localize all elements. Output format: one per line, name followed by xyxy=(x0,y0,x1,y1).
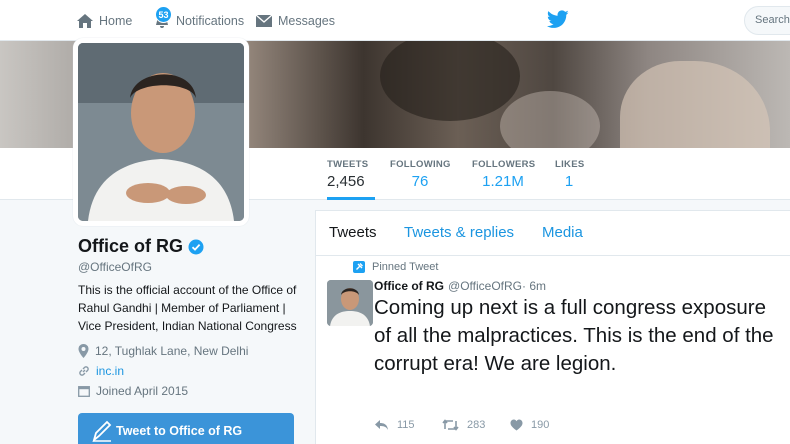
home-icon xyxy=(77,13,93,28)
stat-tweets-label: TWEETS xyxy=(327,159,369,170)
search-input[interactable]: Search xyxy=(744,6,790,35)
retweet-icon xyxy=(442,419,459,431)
compose-quill-icon xyxy=(92,420,112,442)
tweet-actions: 115 283 190 xyxy=(374,419,570,431)
stat-tweets-value: 2,456 xyxy=(327,173,365,190)
profile-name[interactable]: Office of RG xyxy=(78,236,204,257)
verified-badge-icon xyxy=(188,239,204,254)
tab-media[interactable]: Media xyxy=(542,224,583,241)
nav-messages[interactable]: Messages xyxy=(255,0,335,41)
nav-messages-label: Messages xyxy=(278,13,335,28)
profile-joined: Joined April 2015 xyxy=(78,384,188,398)
like-count: 190 xyxy=(531,419,550,431)
nav-notifications-label: Notifications xyxy=(176,13,245,28)
stat-followers-value: 1.21M xyxy=(482,173,524,190)
tweet-avatar-image xyxy=(327,280,373,326)
stat-following-value: 76 xyxy=(411,173,429,190)
stat-tweets[interactable]: TWEETS 2,456 xyxy=(327,148,375,200)
pin-icon xyxy=(353,261,365,273)
banner-shape-hand xyxy=(620,61,770,148)
profile-location: 12, Tughlak Lane, New Delhi xyxy=(78,344,248,358)
location-pin-icon xyxy=(78,344,89,358)
stat-followers[interactable]: FOLLOWERS 1.21M xyxy=(472,148,536,200)
like-button[interactable]: 190 xyxy=(510,419,570,431)
tab-tweets[interactable]: Tweets xyxy=(329,224,377,241)
stat-likes-label: LIKES xyxy=(555,159,585,170)
retweet-count: 283 xyxy=(467,419,486,431)
stat-following-label: FOLLOWING xyxy=(390,159,451,170)
tweet-text: Coming up next is a full congress exposu… xyxy=(374,296,774,375)
notifications-count-badge: 53 xyxy=(155,6,172,23)
profile-avatar[interactable] xyxy=(73,38,249,226)
profile-bio: This is the official account of the Offi… xyxy=(78,283,297,333)
link-icon xyxy=(79,366,89,376)
stat-followers-label: FOLLOWERS xyxy=(472,159,536,170)
retweet-button[interactable]: 283 xyxy=(442,419,510,431)
tweet-header: Office of RG @OfficeOfRG · 6m xyxy=(374,279,546,293)
stat-likes-value: 1 xyxy=(564,173,574,190)
twitter-bird-logo-icon[interactable] xyxy=(547,10,569,29)
pinned-tweet-label: Pinned Tweet xyxy=(372,261,439,273)
tweet-author-avatar[interactable] xyxy=(327,280,373,326)
reply-button[interactable]: 115 xyxy=(374,419,442,431)
tweet-to-button-label: Tweet to Office of RG xyxy=(116,424,243,438)
tweet-timestamp[interactable]: · 6m xyxy=(522,279,546,293)
calendar-icon xyxy=(78,386,90,397)
heart-icon xyxy=(510,419,523,431)
avatar-portrait-image xyxy=(78,43,244,221)
tab-tweets-and-replies[interactable]: Tweets & replies xyxy=(404,224,514,241)
timeline-tabs: Tweets Tweets & replies Media xyxy=(316,211,790,256)
profile-location-text: 12, Tughlak Lane, New Delhi xyxy=(95,344,249,358)
reply-icon xyxy=(375,420,388,430)
nav-home-label: Home xyxy=(99,13,133,28)
stat-likes[interactable]: LIKES 1 xyxy=(555,148,585,200)
banner-shape-dark xyxy=(380,41,520,121)
profile-website-link[interactable]: inc.in xyxy=(96,364,124,378)
profile-handle[interactable]: @OfficeOfRG xyxy=(78,260,152,274)
profile-website: inc.in xyxy=(78,364,124,378)
nav-home[interactable]: Home xyxy=(76,0,132,41)
stat-following[interactable]: FOLLOWING 76 xyxy=(390,148,450,200)
pinned-tweet-indicator: Pinned Tweet xyxy=(353,261,438,273)
reply-count: 115 xyxy=(397,419,415,431)
tweet-author-handle[interactable]: @OfficeOfRG xyxy=(448,279,522,293)
envelope-icon xyxy=(255,13,273,27)
top-navigation-bar: Home Notifications 53 Messages Search xyxy=(0,0,790,41)
profile-joined-text: Joined April 2015 xyxy=(96,384,189,398)
profile-name-text: Office of RG xyxy=(78,236,184,256)
tweet-author-name[interactable]: Office of RG xyxy=(374,279,444,293)
banner-shape-light xyxy=(500,91,600,148)
timeline-panel: Tweets Tweets & replies Media Pinned Twe… xyxy=(315,210,790,444)
tweet-to-button[interactable]: Tweet to Office of RG xyxy=(78,413,294,444)
